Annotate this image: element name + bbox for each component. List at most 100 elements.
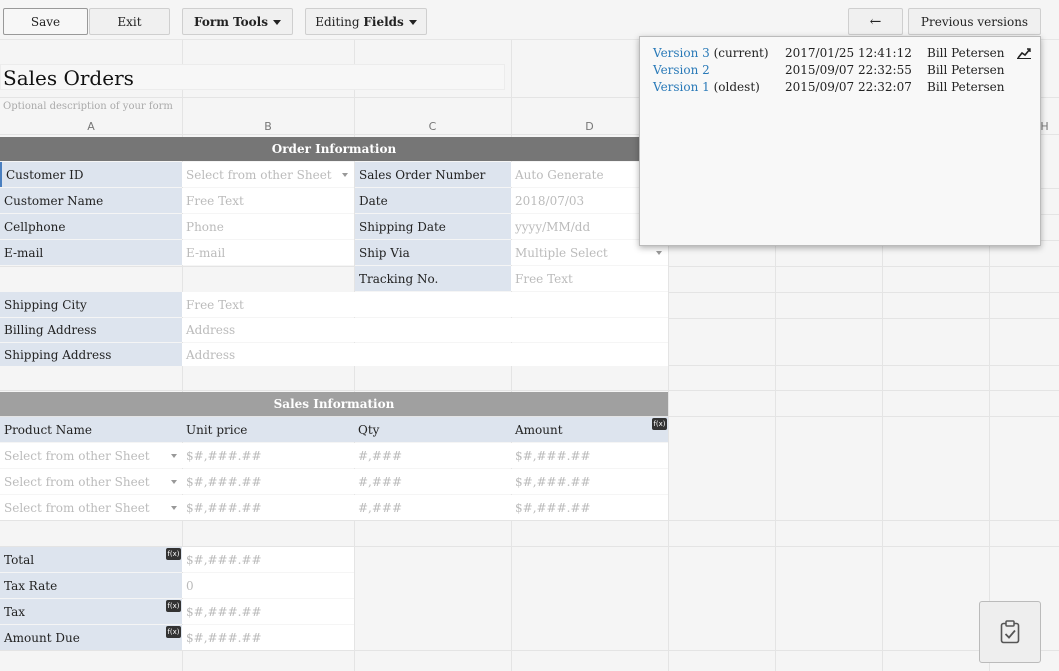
form-title[interactable]: Sales Orders [3,66,134,90]
customer-name-field[interactable]: Free Text [182,188,354,213]
table-row-price[interactable]: $#,###.## [182,469,354,494]
fx-icon[interactable]: f(x) [166,548,181,560]
column-header-b[interactable]: B [182,120,354,134]
fx-icon[interactable]: f(x) [652,418,667,430]
toolbar: Save Exit Form Tools Editing Fields ← Pr… [0,0,1059,40]
version-row: Version 3 (current) 2017/01/25 12:41:12 … [653,45,1033,61]
form-tools-label: Form Tools [194,14,268,29]
amount-placeholder: $#,###.## [515,500,591,515]
shipping-city-label[interactable]: Shipping City [0,292,182,317]
product-placeholder: Select from other Sheet [4,500,150,515]
table-row-qty[interactable]: #,### [354,495,511,520]
customer-name-placeholder: Free Text [186,193,244,208]
table-row-qty[interactable]: #,### [354,443,511,468]
back-arrow-button[interactable]: ← [848,8,903,35]
fx-icon[interactable]: f(x) [166,600,181,612]
tax-field[interactable]: $#,###.## [182,599,354,624]
tracking-no-field[interactable]: Free Text [511,266,668,291]
qty-placeholder: #,### [358,500,403,515]
form-description[interactable]: Optional description of your form [3,101,173,112]
cellphone-placeholder: Phone [186,219,224,234]
table-row-price[interactable]: $#,###.## [182,443,354,468]
email-label[interactable]: E-mail [0,240,182,265]
total-field[interactable]: $#,###.## [182,547,354,572]
customer-id-label[interactable]: Customer ID [0,162,182,187]
version-link[interactable]: Version 3 [653,46,710,60]
cellphone-label[interactable]: Cellphone [0,214,182,239]
billing-address-label[interactable]: Billing Address [0,318,182,342]
qty-header[interactable]: Qty [354,417,511,442]
tax-label[interactable]: Tax [0,599,182,624]
table-row-amount[interactable]: $#,###.## [511,443,668,468]
version-date: 2015/09/07 22:32:55 [785,63,912,77]
date-label[interactable]: Date [355,188,511,213]
qty-placeholder: #,### [358,474,403,489]
save-label: Save [30,14,61,29]
total-label[interactable]: Total [0,547,182,572]
sales-order-number-label[interactable]: Sales Order Number [355,162,511,187]
tracking-no-label[interactable]: Tracking No. [355,266,511,291]
table-row-price[interactable]: $#,###.## [182,495,354,520]
date-placeholder: 2018/07/03 [515,193,585,208]
table-row-product[interactable]: Select from other Sheet [0,443,182,468]
exit-label: Exit [117,14,142,29]
table-row-qty[interactable]: #,### [354,469,511,494]
shipping-address-label[interactable]: Shipping Address [0,343,182,366]
qty-placeholder: #,### [358,448,403,463]
form-tools-button[interactable]: Form Tools [182,8,293,35]
table-row-product[interactable]: Select from other Sheet [0,469,182,494]
cellphone-field[interactable]: Phone [182,214,354,239]
dropdown-caret-icon[interactable] [171,480,177,484]
editing-fields-button[interactable]: Editing Fields [305,8,427,35]
shipping-address-placeholder: Address [186,347,236,362]
amount-due-field[interactable]: $#,###.## [182,625,354,650]
dropdown-caret-icon[interactable] [342,173,348,177]
version-link[interactable]: Version 2 [653,63,710,77]
dropdown-caret-icon[interactable] [171,506,177,510]
sales-order-number-placeholder: Auto Generate [515,167,604,182]
tax-rate-field[interactable]: 0 [182,573,354,598]
clipboard-button[interactable] [979,601,1041,663]
customer-name-label[interactable]: Customer Name [0,188,182,213]
shipping-city-placeholder: Free Text [186,297,244,312]
fx-icon[interactable]: f(x) [166,626,181,638]
version-user: Bill Petersen [927,46,1005,60]
shipping-date-label[interactable]: Shipping Date [355,214,511,239]
column-header-c[interactable]: C [354,120,511,134]
dropdown-caret-icon[interactable] [171,454,177,458]
customer-id-field[interactable]: Select from other Sheet [182,162,354,187]
unit-price-header[interactable]: Unit price [182,417,354,442]
product-name-header[interactable]: Product Name [0,417,182,442]
email-placeholder: E-mail [186,245,226,260]
chevron-down-icon [272,19,281,25]
amount-header[interactable]: Amount [511,417,668,442]
column-header-a[interactable]: A [0,120,182,134]
tax-rate-label[interactable]: Tax Rate [0,573,182,598]
empty-cell [354,292,668,317]
version-link[interactable]: Version 1 [653,80,710,94]
save-button[interactable]: Save [3,8,88,35]
grid-line [0,520,1059,521]
order-information-header: Order Information [0,137,668,161]
dropdown-caret-icon[interactable] [656,251,662,255]
table-row-amount[interactable]: $#,###.## [511,495,668,520]
exit-button[interactable]: Exit [89,8,170,35]
table-row-product[interactable]: Select from other Sheet [0,495,182,520]
previous-versions-button[interactable]: Previous versions [908,8,1041,35]
table-row-amount[interactable]: $#,###.## [511,469,668,494]
ship-via-label[interactable]: Ship Via [355,240,511,265]
amount-placeholder: $#,###.## [515,474,591,489]
version-row: Version 1 (oldest) 2015/09/07 22:32:07 B… [653,79,1033,95]
sales-information-header: Sales Information [0,392,668,416]
billing-address-placeholder: Address [186,323,236,337]
shipping-address-field[interactable]: Address [182,343,668,366]
total-placeholder: $#,###.## [186,552,262,567]
chart-icon[interactable] [1017,47,1031,59]
amount-due-label[interactable]: Amount Due [0,625,182,650]
email-field[interactable]: E-mail [182,240,354,265]
product-placeholder: Select from other Sheet [4,448,150,463]
shipping-city-field[interactable]: Free Text [182,292,354,317]
ship-via-placeholder: Multiple Select [515,245,608,260]
price-placeholder: $#,###.## [186,474,262,489]
billing-address-field[interactable]: Address [182,318,668,342]
